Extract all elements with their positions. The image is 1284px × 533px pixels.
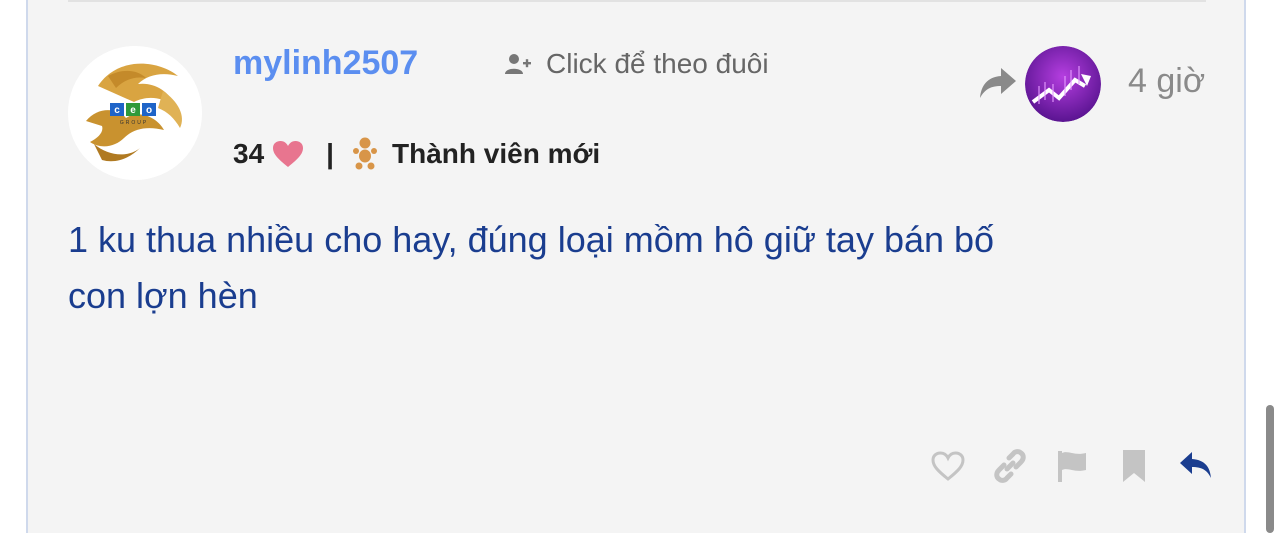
scrollbar-thumb[interactable]	[1266, 405, 1274, 533]
content-line: 1 ku thua nhiều cho hay, đúng loại mồm h…	[68, 219, 995, 260]
trend-chart-avatar	[1025, 46, 1101, 122]
baby-icon	[353, 137, 377, 170]
heart-icon	[273, 141, 304, 167]
meta-separator: |	[326, 138, 334, 169]
reply-icon	[1180, 452, 1211, 478]
content-line: con lợn hèn	[68, 275, 258, 316]
post-actions	[928, 446, 1216, 486]
like-button[interactable]	[928, 446, 968, 486]
follow-button[interactable]: Click để theo đuôi	[504, 48, 769, 80]
user-plus-icon	[505, 54, 531, 74]
user-meta: 34 | Thành viên mới	[233, 134, 600, 174]
svg-text:c: c	[114, 105, 120, 116]
top-divider	[68, 0, 1206, 2]
bookmark-button[interactable]	[1114, 446, 1154, 486]
flag-button[interactable]	[1052, 446, 1092, 486]
post-time[interactable]: 4 giờ	[1128, 62, 1205, 101]
quoted-user-avatar[interactable]	[1025, 46, 1101, 122]
link-icon	[994, 449, 1026, 483]
svg-text:GROUP: GROUP	[120, 120, 148, 126]
flag-icon	[1058, 451, 1086, 482]
ceo-group-logo: c e o GROUP	[68, 46, 202, 180]
likes-count: 34	[233, 138, 265, 169]
post-content: 1 ku thua nhiều cho hay, đúng loại mồm h…	[68, 212, 1188, 324]
copy-link-button[interactable]	[990, 446, 1030, 486]
username-link[interactable]: mylinh2507	[233, 44, 418, 83]
bookmark-icon	[1123, 450, 1145, 482]
svg-text:o: o	[146, 105, 152, 116]
share-arrow-icon[interactable]	[979, 66, 1017, 100]
heart-outline-icon	[931, 451, 965, 481]
svg-text:e: e	[130, 105, 136, 116]
follow-label: Click để theo đuôi	[546, 48, 769, 79]
user-avatar[interactable]: c e o GROUP	[68, 46, 202, 180]
post-card: c e o GROUP mylinh2507 Click để theo đuô…	[26, 0, 1246, 533]
rank-label: Thành viên mới	[392, 138, 601, 169]
reply-button[interactable]	[1176, 446, 1216, 486]
